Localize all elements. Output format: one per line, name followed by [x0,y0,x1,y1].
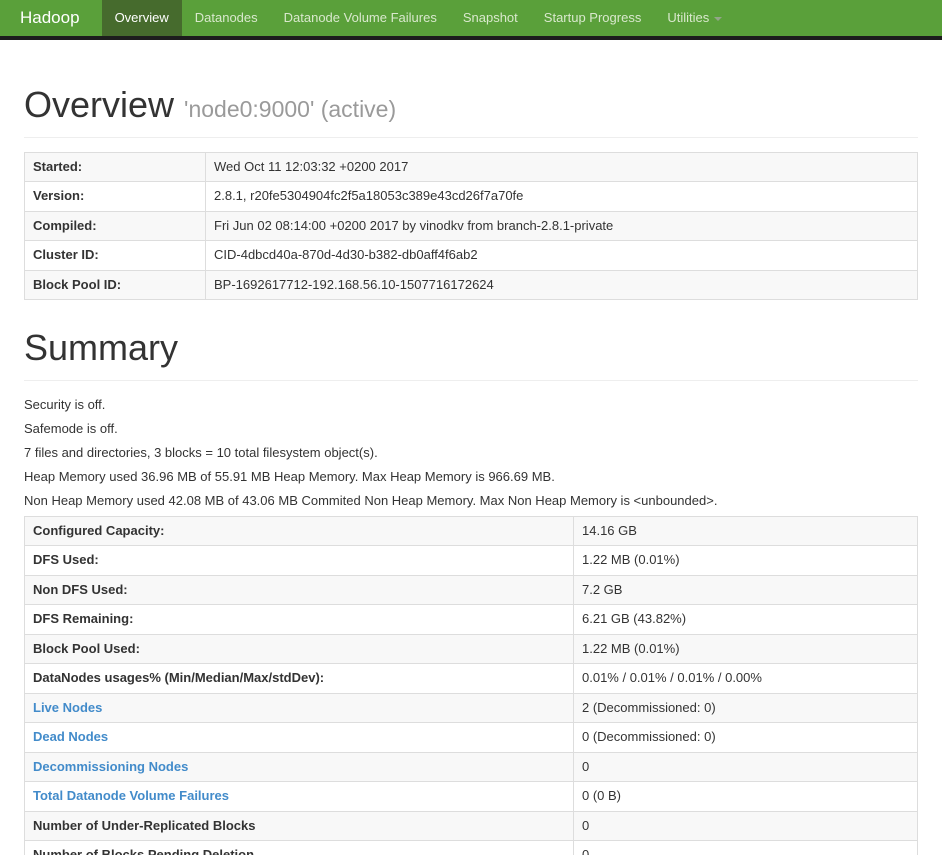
row-label-dfs-used: DFS Used: [24,545,574,576]
nav-item-datanode-volume-failures: Datanode Volume Failures [271,0,450,36]
table-row-number-of-under-replicated-blocks: Number of Under-Replicated Blocks 0 [24,810,918,842]
row-value-dfs-used: 1.22 MB (0.01%) [573,545,918,576]
row-label-dfs-remaining: DFS Remaining: [24,604,574,635]
nav-link-snapshot[interactable]: Snapshot [450,0,531,36]
summary-status-line: Security is off. [24,396,106,412]
navbar-menu: Overview Datanodes Datanode Volume Failure… [101,0,736,36]
row-label-cluster-id: Cluster ID: [24,240,206,271]
row-value-number-of-blocks-pending-deletion: 0 [573,840,918,855]
live-nodes-link[interactable]: Live Nodes [33,700,102,715]
total-datanode-volume-failures-link[interactable]: Total Datanode Volume Failures [33,788,229,803]
nav-item-snapshot: Snapshot [450,0,531,36]
table-row-decommissioning-nodes: Decommissioning Nodes 0 [24,751,918,783]
row-label-version: Version: [24,181,206,212]
row-value-live-nodes: 2 (Decommissioned: 0) [573,692,918,724]
row-label-block-pool-used: Block Pool Used: [24,633,574,665]
row-value-cluster-id: CID-4dbcd40a-870d-4d30-b382-db0aff4f6ab2 [205,240,918,271]
nav-link-datanodes[interactable]: Datanodes [182,0,271,36]
table-row-non-dfs-used: Non DFS Used: 7.2 GB [24,574,918,606]
nav-item-datanodes: Datanodes [182,0,271,36]
row-value-version: 2.8.1, r20fe5304904fc2f5a18053c389e43cd2… [205,181,918,212]
row-value-started: Wed Oct 11 12:03:32 +0200 2017 [205,151,918,183]
page-title-text: Overview [24,84,175,125]
table-row-live-nodes: Live Nodes 2 (Decommissioned: 0) [24,692,918,724]
navbar: Hadoop Overview Datanodes Datanode Volume … [0,0,942,36]
nav-link-startup-progress[interactable]: Startup Progress [531,0,655,36]
namenode-info-table-body: Started: Wed Oct 11 12:03:32 +0200 2017 Ve… [24,151,918,301]
chevron-down-icon [714,16,723,21]
row-label-started: Started: [24,151,206,183]
table-row-dfs-used: DFS Used: 1.22 MB (0.01%) [24,545,918,576]
decommissioning-nodes-link[interactable]: Decommissioning Nodes [33,759,188,774]
row-value-number-of-under-replicated-blocks: 0 [573,810,918,842]
row-value-configured-capacity: 14.16 GB [573,515,918,547]
row-label-datanodes-usages-min-median-max-stddev: DataNodes usages% (Min/Median/Max/stdDev… [24,663,574,694]
brand-link[interactable]: Hadoop [0,0,102,36]
summary-status-line: Heap Memory used 36.96 MB of 55.91 MB He… [24,468,555,484]
table-row-block-pool-id: Block Pool ID: BP-1692617712-192.168.56.1… [24,269,918,301]
table-row-dead-nodes: Dead Nodes 0 (Decommissioned: 0) [24,722,918,753]
row-value-block-pool-used: 1.22 MB (0.01%) [573,633,918,665]
nav-link-utilities[interactable]: Utilities [654,0,735,36]
row-value-non-dfs-used: 7.2 GB [573,574,918,606]
row-value-block-pool-id: BP-1692617712-192.168.56.10-150771617262… [205,269,918,301]
table-row-datanodes-usages-min-median-max-stddev: DataNodes usages% (Min/Median/Max/stdDev… [24,663,918,694]
table-row-number-of-blocks-pending-deletion: Number of Blocks Pending Deletion 0 [24,840,918,855]
row-value-compiled: Fri Jun 02 08:14:00 +0200 2017 by vinodk… [205,210,918,242]
summary-title: Summary [24,327,179,369]
summary-status-line: Safemode is off. [24,420,118,436]
row-label-non-dfs-used: Non DFS Used: [24,574,574,606]
row-value-dfs-remaining: 6.21 GB (43.82%) [573,604,918,635]
nav-item-overview: Overview [101,0,182,36]
table-row-total-datanode-volume-failures: Total Datanode Volume Failures 0 (0 B) [24,781,918,812]
table-row-configured-capacity: Configured Capacity: 14.16 GB [24,515,918,547]
divider [24,136,918,138]
page-title: Overview 'node0:9000' (active) [24,85,918,125]
summary-status-line: Non Heap Memory used 42.08 MB of 43.06 M… [24,492,718,508]
divider [24,379,918,381]
summary-status-lines: Security is off. Safemode is off. 7 files … [24,395,918,510]
main-content: Overview 'node0:9000' (active) Started: W… [24,85,918,855]
row-value-dead-nodes: 0 (Decommissioned: 0) [573,722,918,753]
namenode-info-table: Started: Wed Oct 11 12:03:32 +0200 2017 Ve… [24,151,918,301]
table-row-started: Started: Wed Oct 11 12:03:32 +0200 2017 [24,151,918,183]
nav-link-datanode-volume-failures[interactable]: Datanode Volume Failures [271,0,450,36]
row-label-number-of-under-replicated-blocks: Number of Under-Replicated Blocks [24,810,574,842]
row-value-decommissioning-nodes: 0 [573,751,918,783]
summary-table: Configured Capacity: 14.16 GB DFS Used: 1.2… [24,515,918,855]
summary-status-line: 7 files and directories, 3 blocks = 10 t… [24,444,378,460]
navbar-bottom-border [0,36,942,40]
row-label-block-pool-id: Block Pool ID: [24,269,206,301]
row-label-dead-nodes: Dead Nodes [24,722,574,753]
table-row-dfs-remaining: DFS Remaining: 6.21 GB (43.82%) [24,604,918,635]
row-value-datanodes-usages-min-median-max-stddev: 0.01% / 0.01% / 0.01% / 0.00% [573,663,918,694]
table-row-compiled: Compiled: Fri Jun 02 08:14:00 +0200 2017 … [24,210,918,242]
row-label-number-of-blocks-pending-deletion: Number of Blocks Pending Deletion [24,840,574,855]
dead-nodes-link[interactable]: Dead Nodes [33,729,108,744]
nav-item-startup-progress: Startup Progress [531,0,655,36]
summary-table-body: Configured Capacity: 14.16 GB DFS Used: 1.2… [24,515,918,855]
row-label-live-nodes: Live Nodes [24,692,574,724]
table-row-block-pool-used: Block Pool Used: 1.22 MB (0.01%) [24,633,918,665]
row-label-configured-capacity: Configured Capacity: [24,515,574,547]
table-row-version: Version: 2.8.1, r20fe5304904fc2f5a18053c3… [24,181,918,212]
row-label-total-datanode-volume-failures: Total Datanode Volume Failures [24,781,574,812]
row-value-total-datanode-volume-failures: 0 (0 B) [573,781,918,812]
namenode-address-label: 'node0:9000' (active) [184,96,397,122]
row-label-compiled: Compiled: [24,210,206,242]
nav-item-utilities: Utilities [654,0,735,36]
table-row-cluster-id: Cluster ID: CID-4dbcd40a-870d-4d30-b382-d… [24,240,918,271]
nav-link-overview[interactable]: Overview [101,0,182,36]
row-label-decommissioning-nodes: Decommissioning Nodes [24,751,574,783]
